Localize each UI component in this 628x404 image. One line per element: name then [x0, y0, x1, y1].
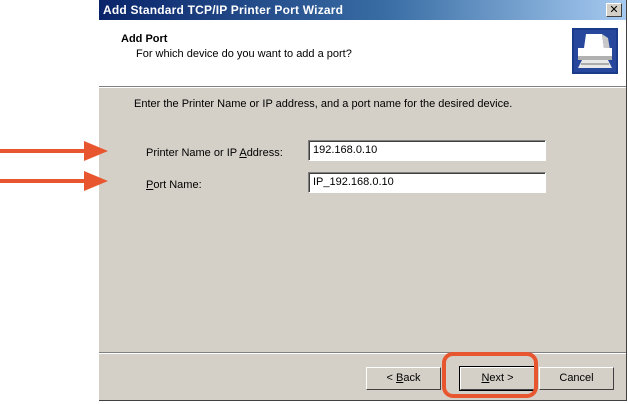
footer-divider-highlight [99, 353, 626, 354]
annotation-arrow-printer-name [0, 141, 108, 161]
annotation-highlight-next [442, 352, 538, 398]
printer-name-label: Printer Name or IP Address: [146, 147, 283, 159]
instructions-text: Enter the Printer Name or IP address, an… [134, 98, 513, 110]
access-key: A [239, 147, 247, 159]
wizard-dialog: Add Standard TCP/IP Printer Port Wizard … [99, 0, 627, 401]
header-divider [99, 87, 626, 88]
button-text: ack [403, 372, 421, 384]
back-button[interactable]: < Back [366, 367, 441, 390]
window-title: Add Standard TCP/IP Printer Port Wizard [103, 3, 344, 17]
cancel-button[interactable]: Cancel [539, 367, 614, 390]
wizard-header: Add Port For which device do you want to… [99, 20, 626, 87]
button-text: < [386, 372, 396, 384]
title-bar[interactable]: Add Standard TCP/IP Printer Port Wizard … [99, 0, 626, 20]
page-subtitle: For which device do you want to add a po… [136, 48, 352, 60]
port-name-input[interactable]: IP_192.168.0.10 [308, 172, 546, 193]
label-text: ddress: [246, 147, 283, 159]
page-title: Add Port [121, 33, 168, 45]
port-name-label: Port Name: [146, 179, 202, 191]
annotation-arrow-port-name [0, 171, 108, 191]
close-icon[interactable]: ✕ [606, 3, 622, 17]
printer-name-input[interactable]: 192.168.0.10 [308, 140, 546, 161]
label-text: Printer Name or IP [146, 147, 240, 159]
label-text: ort Name: [153, 179, 202, 191]
printer-icon [572, 28, 618, 74]
